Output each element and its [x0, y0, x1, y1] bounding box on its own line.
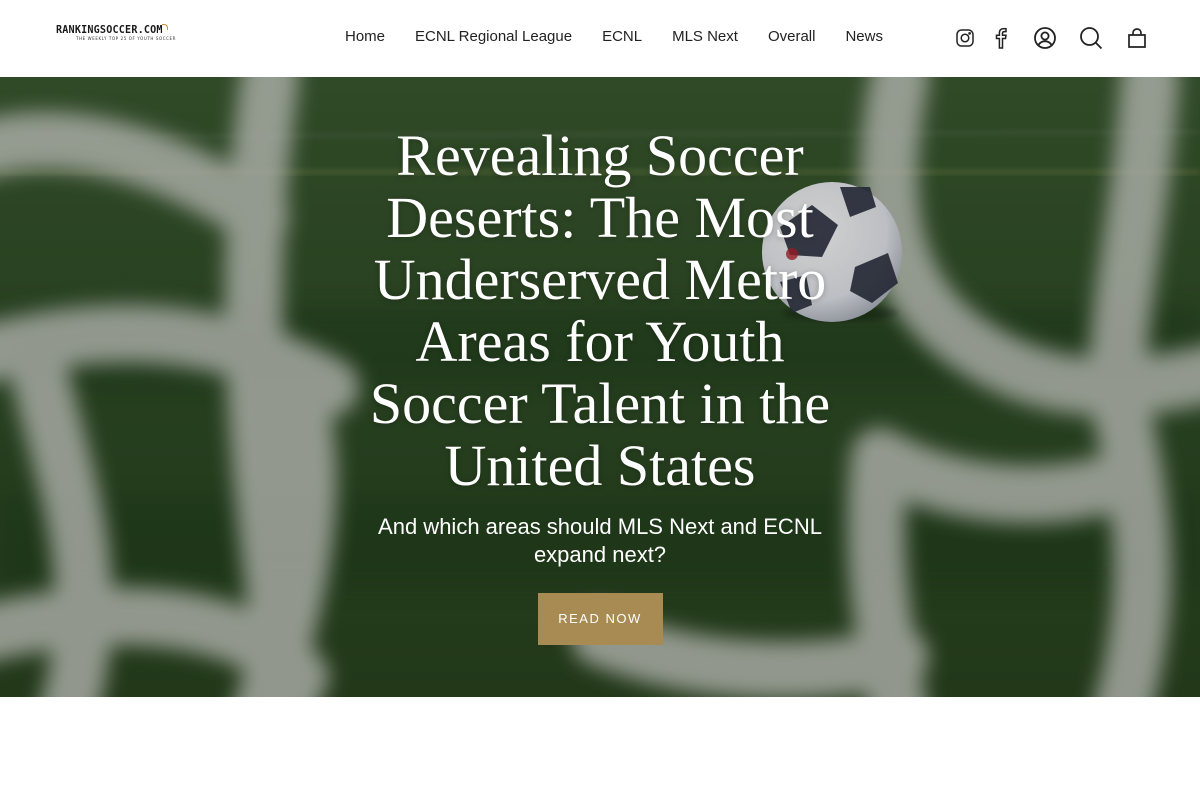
search-icon[interactable] — [1078, 24, 1104, 52]
hero-title: Revealing Soccer Deserts: The Most Under… — [369, 123, 831, 498]
logo-tagline: THE WEEKLY TOP 25 OF YOUTH SOCCER — [76, 36, 177, 41]
logo-flame-icon — [162, 24, 168, 30]
cart-icon[interactable] — [1124, 24, 1150, 52]
header-icons — [952, 24, 1150, 52]
nav-item-ecnl[interactable]: ECNL — [587, 26, 657, 48]
read-now-button[interactable]: READ NOW — [537, 593, 663, 645]
nav-item-mls-next[interactable]: MLS Next — [657, 26, 753, 48]
account-icon[interactable] — [1032, 24, 1058, 52]
main-nav: Home ECNL Regional League ECNL MLS Next … — [330, 26, 898, 48]
logo-text: RANKINGSOCCER.COM — [56, 23, 163, 36]
hero-banner: Revealing Soccer Deserts: The Most Under… — [0, 77, 1200, 697]
site-header: RANKINGSOCCER.COM THE WEEKLY TOP 25 OF Y… — [0, 0, 1200, 77]
instagram-icon[interactable] — [952, 24, 978, 52]
site-logo[interactable]: RANKINGSOCCER.COM THE WEEKLY TOP 25 OF Y… — [56, 24, 176, 50]
hero-subtitle: And which areas should MLS Next and ECNL… — [378, 514, 822, 567]
nav-item-home[interactable]: Home — [330, 26, 400, 48]
hero-content: Revealing Soccer Deserts: The Most Under… — [360, 125, 840, 645]
nav-item-ecnl-regional-league[interactable]: ECNL Regional League — [400, 26, 587, 48]
nav-item-overall[interactable]: Overall — [753, 26, 831, 48]
facebook-icon[interactable] — [988, 24, 1014, 52]
nav-item-news[interactable]: News — [830, 26, 898, 48]
